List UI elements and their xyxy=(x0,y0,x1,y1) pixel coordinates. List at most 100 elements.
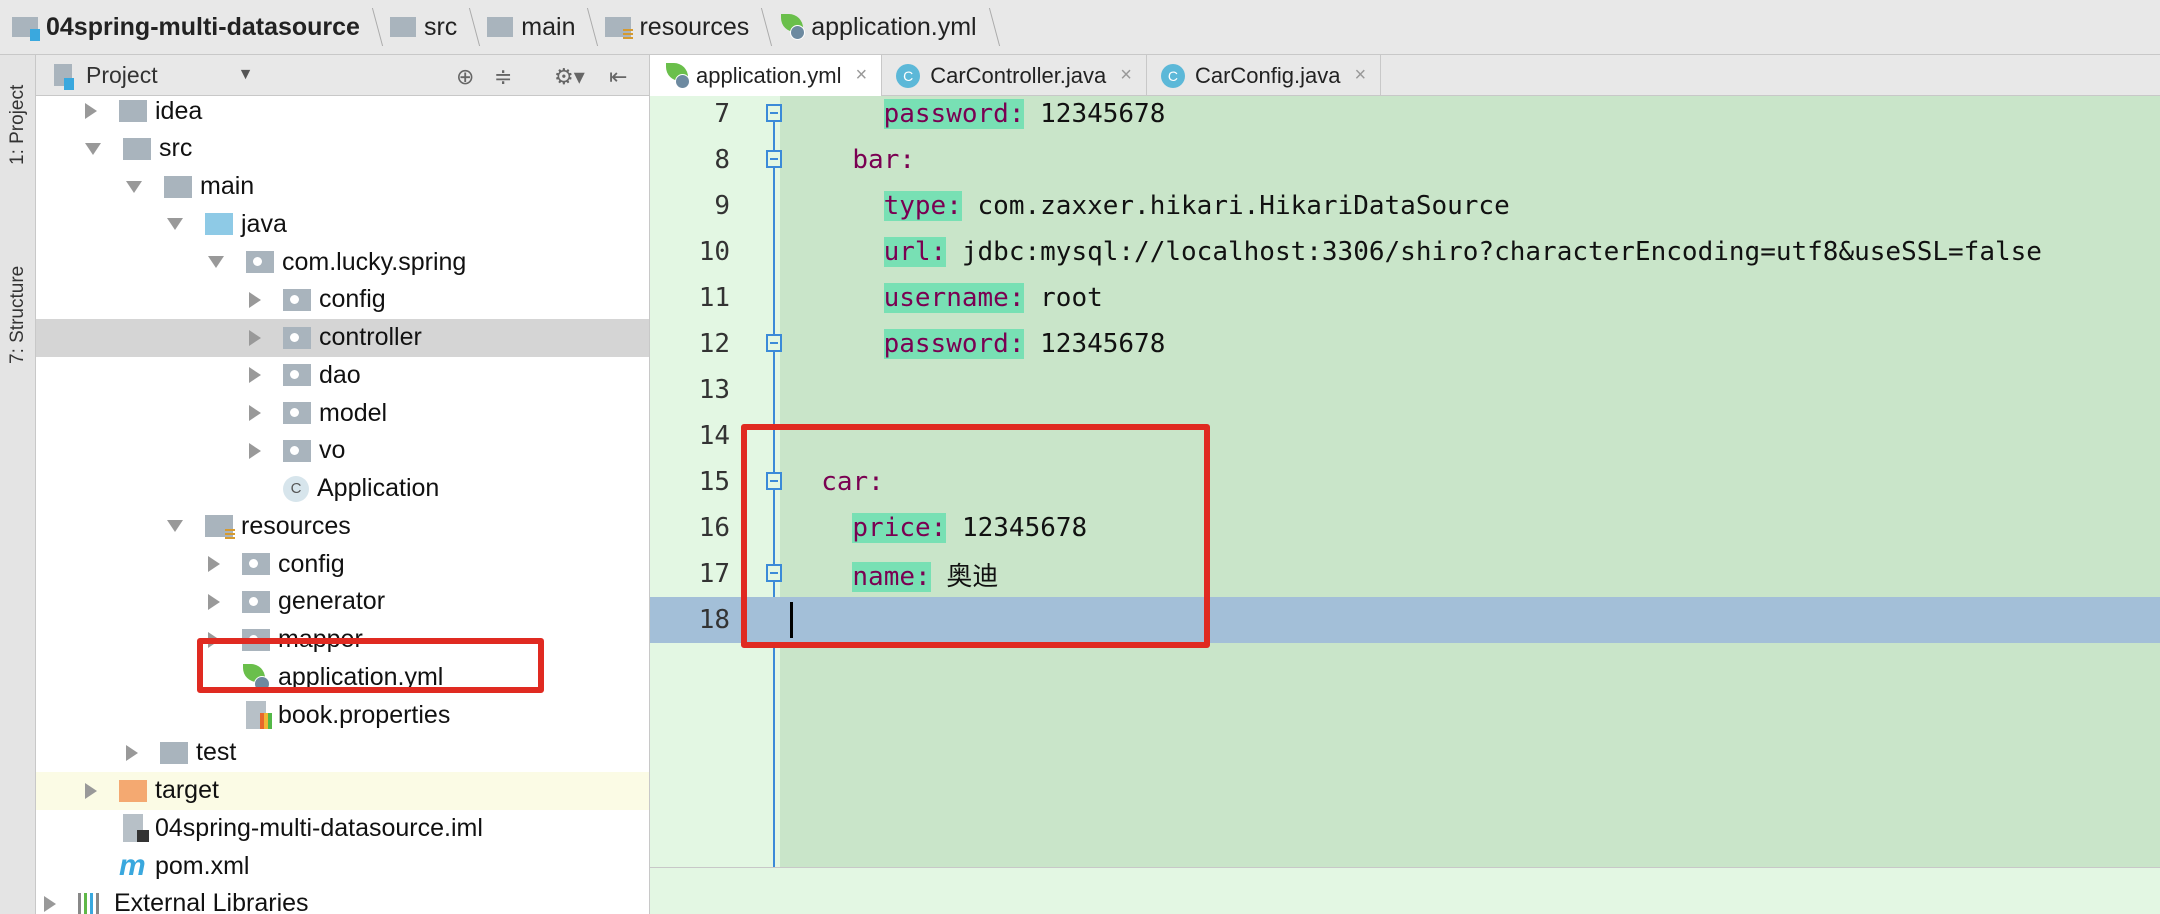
line-number: 9 xyxy=(714,191,730,221)
collapsed-arrow-icon[interactable] xyxy=(208,593,220,610)
yaml-key: password: xyxy=(883,99,1025,129)
tree-item-label: Application xyxy=(317,474,440,502)
breadcrumb-item[interactable]: src xyxy=(389,0,475,54)
collapsed-arrow-icon[interactable] xyxy=(126,744,138,761)
tree-item-label: controller xyxy=(319,323,422,351)
breadcrumb-label: src xyxy=(423,12,458,41)
yaml-value: root xyxy=(1024,283,1103,313)
fold-end-icon[interactable] xyxy=(766,334,782,352)
yaml-value: 12345678 xyxy=(1024,99,1166,129)
code-line[interactable]: 11 username: root xyxy=(650,275,2160,321)
pkg-icon xyxy=(283,326,311,349)
tree-item[interactable]: generator xyxy=(36,583,649,621)
gear-icon[interactable]: ⚙▾ xyxy=(554,64,585,90)
expanded-arrow-icon[interactable] xyxy=(126,180,142,193)
project-view-selector[interactable]: Project xyxy=(86,62,158,89)
tree-item[interactable]: C Application xyxy=(36,470,649,508)
line-number: 16 xyxy=(698,513,730,543)
collapsed-arrow-icon[interactable] xyxy=(85,782,97,799)
tree-item[interactable]: test xyxy=(36,734,649,772)
tree-item[interactable]: target xyxy=(36,771,649,810)
hide-icon[interactable]: ⇤ xyxy=(609,64,627,90)
tree-item[interactable]: resources xyxy=(36,507,649,545)
tree-item[interactable]: java xyxy=(36,205,649,243)
line-number: 13 xyxy=(698,375,730,405)
dropdown-arrow-icon[interactable]: ▼ xyxy=(238,66,254,84)
yaml-key: password: xyxy=(883,329,1025,359)
tree-item[interactable]: vo xyxy=(36,432,649,470)
tree-item[interactable]: book.properties xyxy=(36,696,649,734)
editor-tab[interactable]: application.yml × xyxy=(650,55,883,96)
tree-item[interactable]: model xyxy=(36,394,649,432)
editor-tab[interactable]: C CarConfig.java × xyxy=(1147,55,1382,96)
folder-icon xyxy=(160,741,188,764)
breadcrumb-item[interactable]: application.yml xyxy=(779,0,994,54)
line-number: 11 xyxy=(698,283,730,313)
editor-tab[interactable]: C CarController.java × xyxy=(882,55,1147,96)
expanded-arrow-icon[interactable] xyxy=(167,520,183,533)
collapsed-arrow-icon[interactable] xyxy=(249,329,261,346)
collapsed-arrow-icon[interactable] xyxy=(249,442,261,459)
pkg-icon xyxy=(283,364,311,387)
folder-icon xyxy=(123,137,151,160)
tab-label: application.yml xyxy=(696,62,842,88)
tree-item[interactable]: 04spring-multi-datasource.iml xyxy=(36,809,649,847)
annotation-box xyxy=(197,638,544,693)
expanded-arrow-icon[interactable] xyxy=(208,256,224,268)
tree-item[interactable]: src xyxy=(36,130,649,168)
collapsed-arrow-icon[interactable] xyxy=(85,103,97,119)
code-line[interactable]: 13 xyxy=(650,367,2160,413)
breadcrumb-label: main xyxy=(521,12,576,41)
expanded-arrow-icon[interactable] xyxy=(85,142,101,155)
project-view-icon xyxy=(54,64,74,90)
code-line[interactable]: 12 password: 12345678 xyxy=(650,321,2160,367)
collapse-icon[interactable]: ≑ xyxy=(494,64,512,90)
tree-item[interactable]: controller xyxy=(36,318,649,357)
tree-item-label: config xyxy=(278,549,345,578)
fold-start-icon[interactable] xyxy=(766,150,782,168)
tree-item-label: dao xyxy=(319,360,361,389)
tree-item-label: vo xyxy=(319,436,346,465)
tree-item[interactable]: External Libraries xyxy=(36,885,649,914)
fold-end-icon[interactable] xyxy=(766,104,782,122)
tree-item[interactable]: config xyxy=(36,281,649,319)
code-line[interactable]: 10 url: jdbc:mysql://localhost:3306/shiro… xyxy=(650,229,2160,275)
collapsed-arrow-icon[interactable] xyxy=(249,367,261,384)
line-number: 15 xyxy=(698,467,730,497)
props-icon xyxy=(246,701,272,729)
breadcrumb-item[interactable]: resources xyxy=(605,0,767,54)
expanded-arrow-icon[interactable] xyxy=(167,218,183,231)
code-text: username: root xyxy=(883,283,1103,313)
resf-icon xyxy=(205,515,235,542)
code-line[interactable]: 7 password: 12345678 xyxy=(650,91,2160,137)
project-tree: idea src main java com.lucky.spring config con… xyxy=(36,96,649,914)
locate-icon[interactable]: ⊕ xyxy=(456,64,474,90)
collapsed-arrow-icon[interactable] xyxy=(44,895,56,912)
collapsed-arrow-icon[interactable] xyxy=(208,556,220,572)
pkg-icon xyxy=(283,402,311,424)
tree-item[interactable]: com.lucky.spring xyxy=(36,243,649,281)
project-tool-tab[interactable]: 1: Project xyxy=(0,65,36,185)
breadcrumb-item[interactable]: 04spring-multi-datasource xyxy=(12,0,378,54)
pkg-icon xyxy=(242,590,270,613)
code-line[interactable]: 9 type: com.zaxxer.hikari.HikariDataSourc… xyxy=(650,183,2160,229)
project-panel-header: Project ▼ ⊕ ≑ ⚙▾ ⇤ xyxy=(36,55,649,96)
module-folder-icon xyxy=(12,17,40,41)
tab-label: CarController.java xyxy=(930,62,1107,88)
code-line[interactable]: 8 bar: xyxy=(650,137,2160,183)
tree-item[interactable]: idea xyxy=(36,96,649,130)
collapsed-arrow-icon[interactable] xyxy=(249,405,261,421)
structure-tool-tab[interactable]: 7: Structure xyxy=(0,235,36,395)
tree-item[interactable]: config xyxy=(36,545,649,583)
close-icon[interactable]: × xyxy=(1120,64,1132,87)
line-number: 8 xyxy=(714,145,730,175)
tool-window-strip: 1: Project 7: Structure xyxy=(0,55,36,914)
breadcrumb-item[interactable]: main xyxy=(487,0,593,54)
close-icon[interactable]: × xyxy=(1354,64,1366,87)
close-icon[interactable]: × xyxy=(856,64,868,87)
line-number: 12 xyxy=(698,329,730,359)
collapsed-arrow-icon[interactable] xyxy=(249,291,261,308)
tree-item[interactable]: dao xyxy=(36,356,649,394)
tree-item[interactable]: main xyxy=(36,168,649,206)
tree-item[interactable]: m pom.xml xyxy=(36,847,649,885)
